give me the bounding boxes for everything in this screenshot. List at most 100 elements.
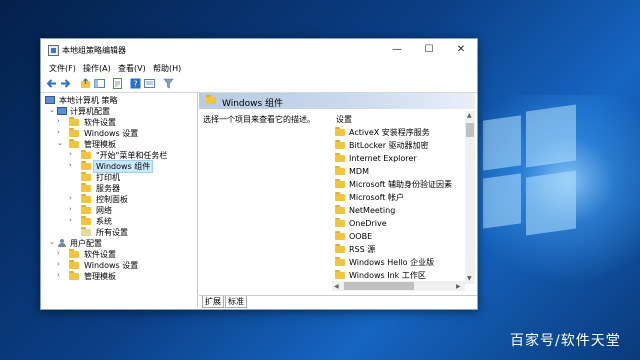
chevron-right-icon[interactable]: ›	[57, 271, 60, 279]
folder-icon	[335, 231, 345, 240]
tree-node-network[interactable]: › 网络	[69, 205, 187, 216]
list-item-label: BitLocker 驱动器加密	[349, 141, 429, 150]
list-item[interactable]: Microsoft 帐户	[332, 191, 464, 204]
tab-extended[interactable]: 扩展	[202, 296, 224, 308]
chevron-down-icon[interactable]: ⌄	[49, 106, 55, 114]
tree-node-c-windows[interactable]: › Windows 设置	[57, 128, 187, 139]
settings-list: ActiveX 安装程序服务 BitLocker 驱动器加密 Internet …	[332, 126, 464, 281]
tree-node-label: 软件设置	[84, 118, 116, 127]
app-icon	[48, 45, 59, 56]
chevron-right-icon[interactable]: ›	[69, 205, 72, 213]
folder-icon	[81, 172, 91, 181]
list-item-label: OOBE	[349, 232, 373, 241]
menu-view[interactable]: 查看(V)	[118, 63, 146, 74]
tree-node-printers[interactable]: 打印机	[69, 172, 187, 183]
folder-icon	[335, 205, 345, 214]
tree-node-root[interactable]: 本地计算机 策略	[45, 95, 185, 106]
minimize-button[interactable]: —	[381, 39, 413, 61]
menu-action[interactable]: 操作(A)	[83, 63, 111, 74]
export-icon[interactable]	[112, 78, 123, 89]
help-icon[interactable]: ?	[130, 78, 141, 89]
list-item[interactable]: Windows Ink 工作区	[332, 269, 464, 281]
list-item-label: Windows Ink 工作区	[349, 271, 426, 280]
windows-logo-pane	[483, 115, 521, 171]
chevron-down-icon[interactable]: ⌄	[49, 238, 55, 246]
close-button[interactable]: ✕	[445, 39, 477, 61]
tree-node-c-software[interactable]: › 软件设置	[57, 117, 187, 128]
list-item[interactable]: Microsoft 辅助身份验证因素	[332, 178, 464, 191]
chevron-right-icon[interactable]: ›	[57, 260, 60, 268]
vertical-scrollbar[interactable]: ▲ ▼	[465, 111, 475, 284]
tree-node-label: 网络	[96, 206, 112, 215]
tree-node-c-admin[interactable]: ⌄ 管理模板	[57, 139, 187, 150]
list-item[interactable]: NetMeeting	[332, 204, 464, 217]
list-item-label: Microsoft 辅助身份验证因素	[349, 180, 452, 189]
back-icon[interactable]	[46, 78, 57, 89]
scroll-right-icon[interactable]: ▶	[456, 283, 461, 290]
tree-node-label: 所有设置	[96, 228, 128, 237]
tree-node-user-config[interactable]: ⌄ 用户配置	[49, 238, 189, 249]
maximize-button[interactable]: ☐	[413, 39, 445, 61]
forward-icon[interactable]	[60, 78, 71, 89]
tree-node-start-menu[interactable]: › "开始"菜单和任务栏	[69, 150, 187, 161]
tree-node-label: 用户配置	[70, 239, 102, 248]
user-icon	[57, 239, 67, 248]
chevron-right-icon[interactable]: ›	[69, 150, 72, 158]
chevron-right-icon[interactable]: ›	[57, 249, 60, 257]
scroll-down-icon[interactable]: ▼	[467, 275, 472, 282]
folder-icon	[335, 166, 345, 175]
scroll-up-icon[interactable]: ▲	[467, 112, 472, 119]
chevron-right-icon[interactable]: ›	[69, 216, 72, 224]
show-hide-tree-icon[interactable]	[94, 78, 105, 89]
folder-icon	[69, 117, 79, 126]
tree-node-label: 软件设置	[84, 250, 116, 259]
tree-node-windows-components[interactable]: › Windows 组件	[69, 160, 187, 173]
tree-node-label: 计算机配置	[70, 107, 110, 116]
chevron-right-icon[interactable]: ›	[57, 128, 60, 136]
list-item[interactable]: OneDrive	[332, 217, 464, 230]
list-item-label: Microsoft 帐户	[349, 193, 404, 202]
properties-icon[interactable]	[144, 78, 155, 89]
tree-node-all-settings[interactable]: 所有设置	[69, 227, 187, 238]
list-item[interactable]: Windows Hello 企业版	[332, 256, 464, 269]
vertical-scroll-thumb[interactable]	[466, 123, 474, 137]
folder-icon	[335, 153, 345, 162]
list-item[interactable]: ActiveX 安装程序服务	[332, 126, 464, 139]
list-item-label: MDM	[349, 167, 369, 176]
chevron-right-icon[interactable]: ›	[57, 117, 60, 125]
folder-icon	[335, 270, 345, 279]
tree-node-computer-config[interactable]: ⌄ 计算机配置	[49, 106, 189, 117]
chevron-right-icon[interactable]: ›	[69, 194, 72, 202]
list-item-label: NetMeeting	[349, 206, 396, 215]
tree-node-u-windows[interactable]: › Windows 设置	[57, 260, 187, 271]
chevron-right-icon[interactable]: ›	[69, 161, 72, 169]
scroll-left-icon[interactable]: ◀	[334, 283, 339, 290]
tree-node-label-selected: Windows 组件	[92, 160, 154, 173]
details-pane: Windows 组件 选择一个项目来查看它的描述。 设置 ActiveX 安装程…	[199, 93, 477, 297]
horizontal-scroll-thumb[interactable]	[344, 282, 414, 290]
tree-node-system[interactable]: › 系统	[69, 216, 187, 227]
horizontal-scrollbar[interactable]: ◀ ▶	[332, 281, 465, 291]
windows-logo-pane	[483, 173, 521, 229]
up-folder-icon[interactable]	[80, 78, 91, 89]
details-header-title: Windows 组件	[222, 99, 284, 109]
tree-node-server[interactable]: 服务器	[69, 183, 187, 194]
list-item[interactable]: OOBE	[332, 230, 464, 243]
list-item[interactable]: Internet Explorer	[332, 152, 464, 165]
tree-node-control-panel[interactable]: › 控制面板	[69, 194, 187, 205]
tree-node-u-admin[interactable]: › 管理模板	[57, 271, 187, 282]
chevron-down-icon[interactable]: ⌄	[57, 139, 63, 147]
filter-icon[interactable]	[163, 78, 174, 89]
column-header-setting[interactable]: 设置	[336, 114, 352, 125]
tree-node-label: 服务器	[96, 184, 120, 193]
menu-help[interactable]: 帮助(H)	[153, 63, 181, 74]
menu-file[interactable]: 文件(F)	[49, 63, 76, 74]
folder-icon	[335, 244, 345, 253]
tree-node-u-software[interactable]: › 软件设置	[57, 249, 187, 260]
tree-node-label: 打印机	[96, 173, 120, 182]
tab-standard[interactable]: 标准	[225, 296, 247, 308]
list-item[interactable]: BitLocker 驱动器加密	[332, 139, 464, 152]
title-bar[interactable]: 本地组策略编辑器 — ☐ ✕	[41, 39, 477, 61]
list-item[interactable]: MDM	[332, 165, 464, 178]
list-item[interactable]: RSS 源	[332, 243, 464, 256]
